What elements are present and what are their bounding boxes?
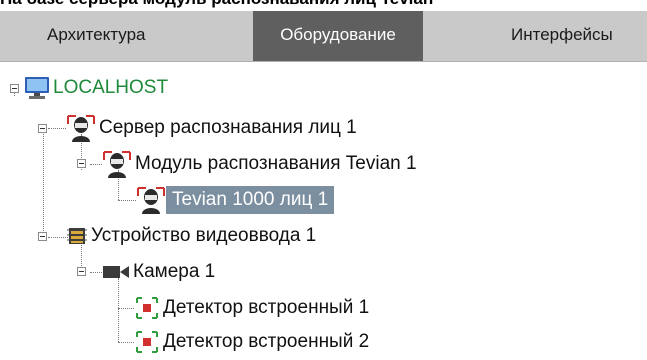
tree-node-label: LOCALHOST xyxy=(53,77,169,98)
computer-icon xyxy=(24,76,50,100)
tree-node-label: Детектор встроенный 1 xyxy=(163,297,370,318)
tree-node-label: Камера 1 xyxy=(133,261,216,282)
tree-connector xyxy=(118,278,119,342)
collapse-toggle-tevian-module[interactable] xyxy=(77,159,86,168)
collapse-toggle-localhost[interactable] xyxy=(10,84,19,93)
tree-node-localhost[interactable]: LOCALHOST xyxy=(24,74,171,102)
tree-connector xyxy=(48,128,66,129)
tree-connector xyxy=(118,308,134,309)
tree-connector xyxy=(118,200,136,201)
tab-bar: Архитектура Оборудование Интерфейсы xyxy=(0,11,647,62)
camera-icon xyxy=(102,261,130,283)
face-recognition-icon xyxy=(136,186,166,214)
collapse-toggle-face-server[interactable] xyxy=(38,124,47,133)
tab-interfaces[interactable]: Интерфейсы xyxy=(511,11,613,61)
tree-node-tevian-module[interactable]: Модуль распознавания Tevian 1 xyxy=(102,150,420,178)
face-recognition-icon xyxy=(66,114,96,142)
tab-architecture[interactable]: Архитектура xyxy=(47,11,145,61)
tree-connector xyxy=(118,342,134,343)
video-input-device-icon xyxy=(66,225,88,247)
detector-icon xyxy=(134,329,160,355)
tab-equipment[interactable]: Оборудование xyxy=(253,11,423,61)
tree-node-label: Модуль распознавания Tevian 1 xyxy=(135,153,417,174)
tree-node-tevian-faces[interactable]: Tevian 1000 лиц 1 xyxy=(136,186,335,214)
tree-connector xyxy=(43,134,44,241)
tree-node-camera[interactable]: Камера 1 xyxy=(102,258,218,286)
tree-node-label: Устройство видеоввода 1 xyxy=(91,225,317,246)
tree-node-label: Детектор встроенный 2 xyxy=(163,331,370,352)
collapse-toggle-video-device[interactable] xyxy=(38,232,47,241)
equipment-tree: LOCALHOST Сервер распознавания лиц 1 Мод… xyxy=(0,62,647,353)
tree-node-label: Сервер распознавания лиц 1 xyxy=(99,117,357,138)
tree-node-video-device[interactable]: Устройство видеоввода 1 xyxy=(66,222,319,250)
tree-connector xyxy=(90,272,102,273)
tree-connector xyxy=(48,237,68,238)
tree-node-face-server[interactable]: Сервер распознавания лиц 1 xyxy=(66,114,360,142)
tree-node-detector-2[interactable]: Детектор встроенный 2 xyxy=(134,328,372,356)
detector-icon xyxy=(134,295,160,321)
collapse-toggle-camera[interactable] xyxy=(77,267,86,276)
tree-node-label: Tevian 1000 лиц 1 xyxy=(166,186,335,214)
tree-connector xyxy=(90,164,102,165)
cut-off-heading: На базе сервера модуль распознавания лиц… xyxy=(0,0,647,9)
face-recognition-icon xyxy=(102,150,132,178)
tree-node-detector-1[interactable]: Детектор встроенный 1 xyxy=(134,294,372,322)
